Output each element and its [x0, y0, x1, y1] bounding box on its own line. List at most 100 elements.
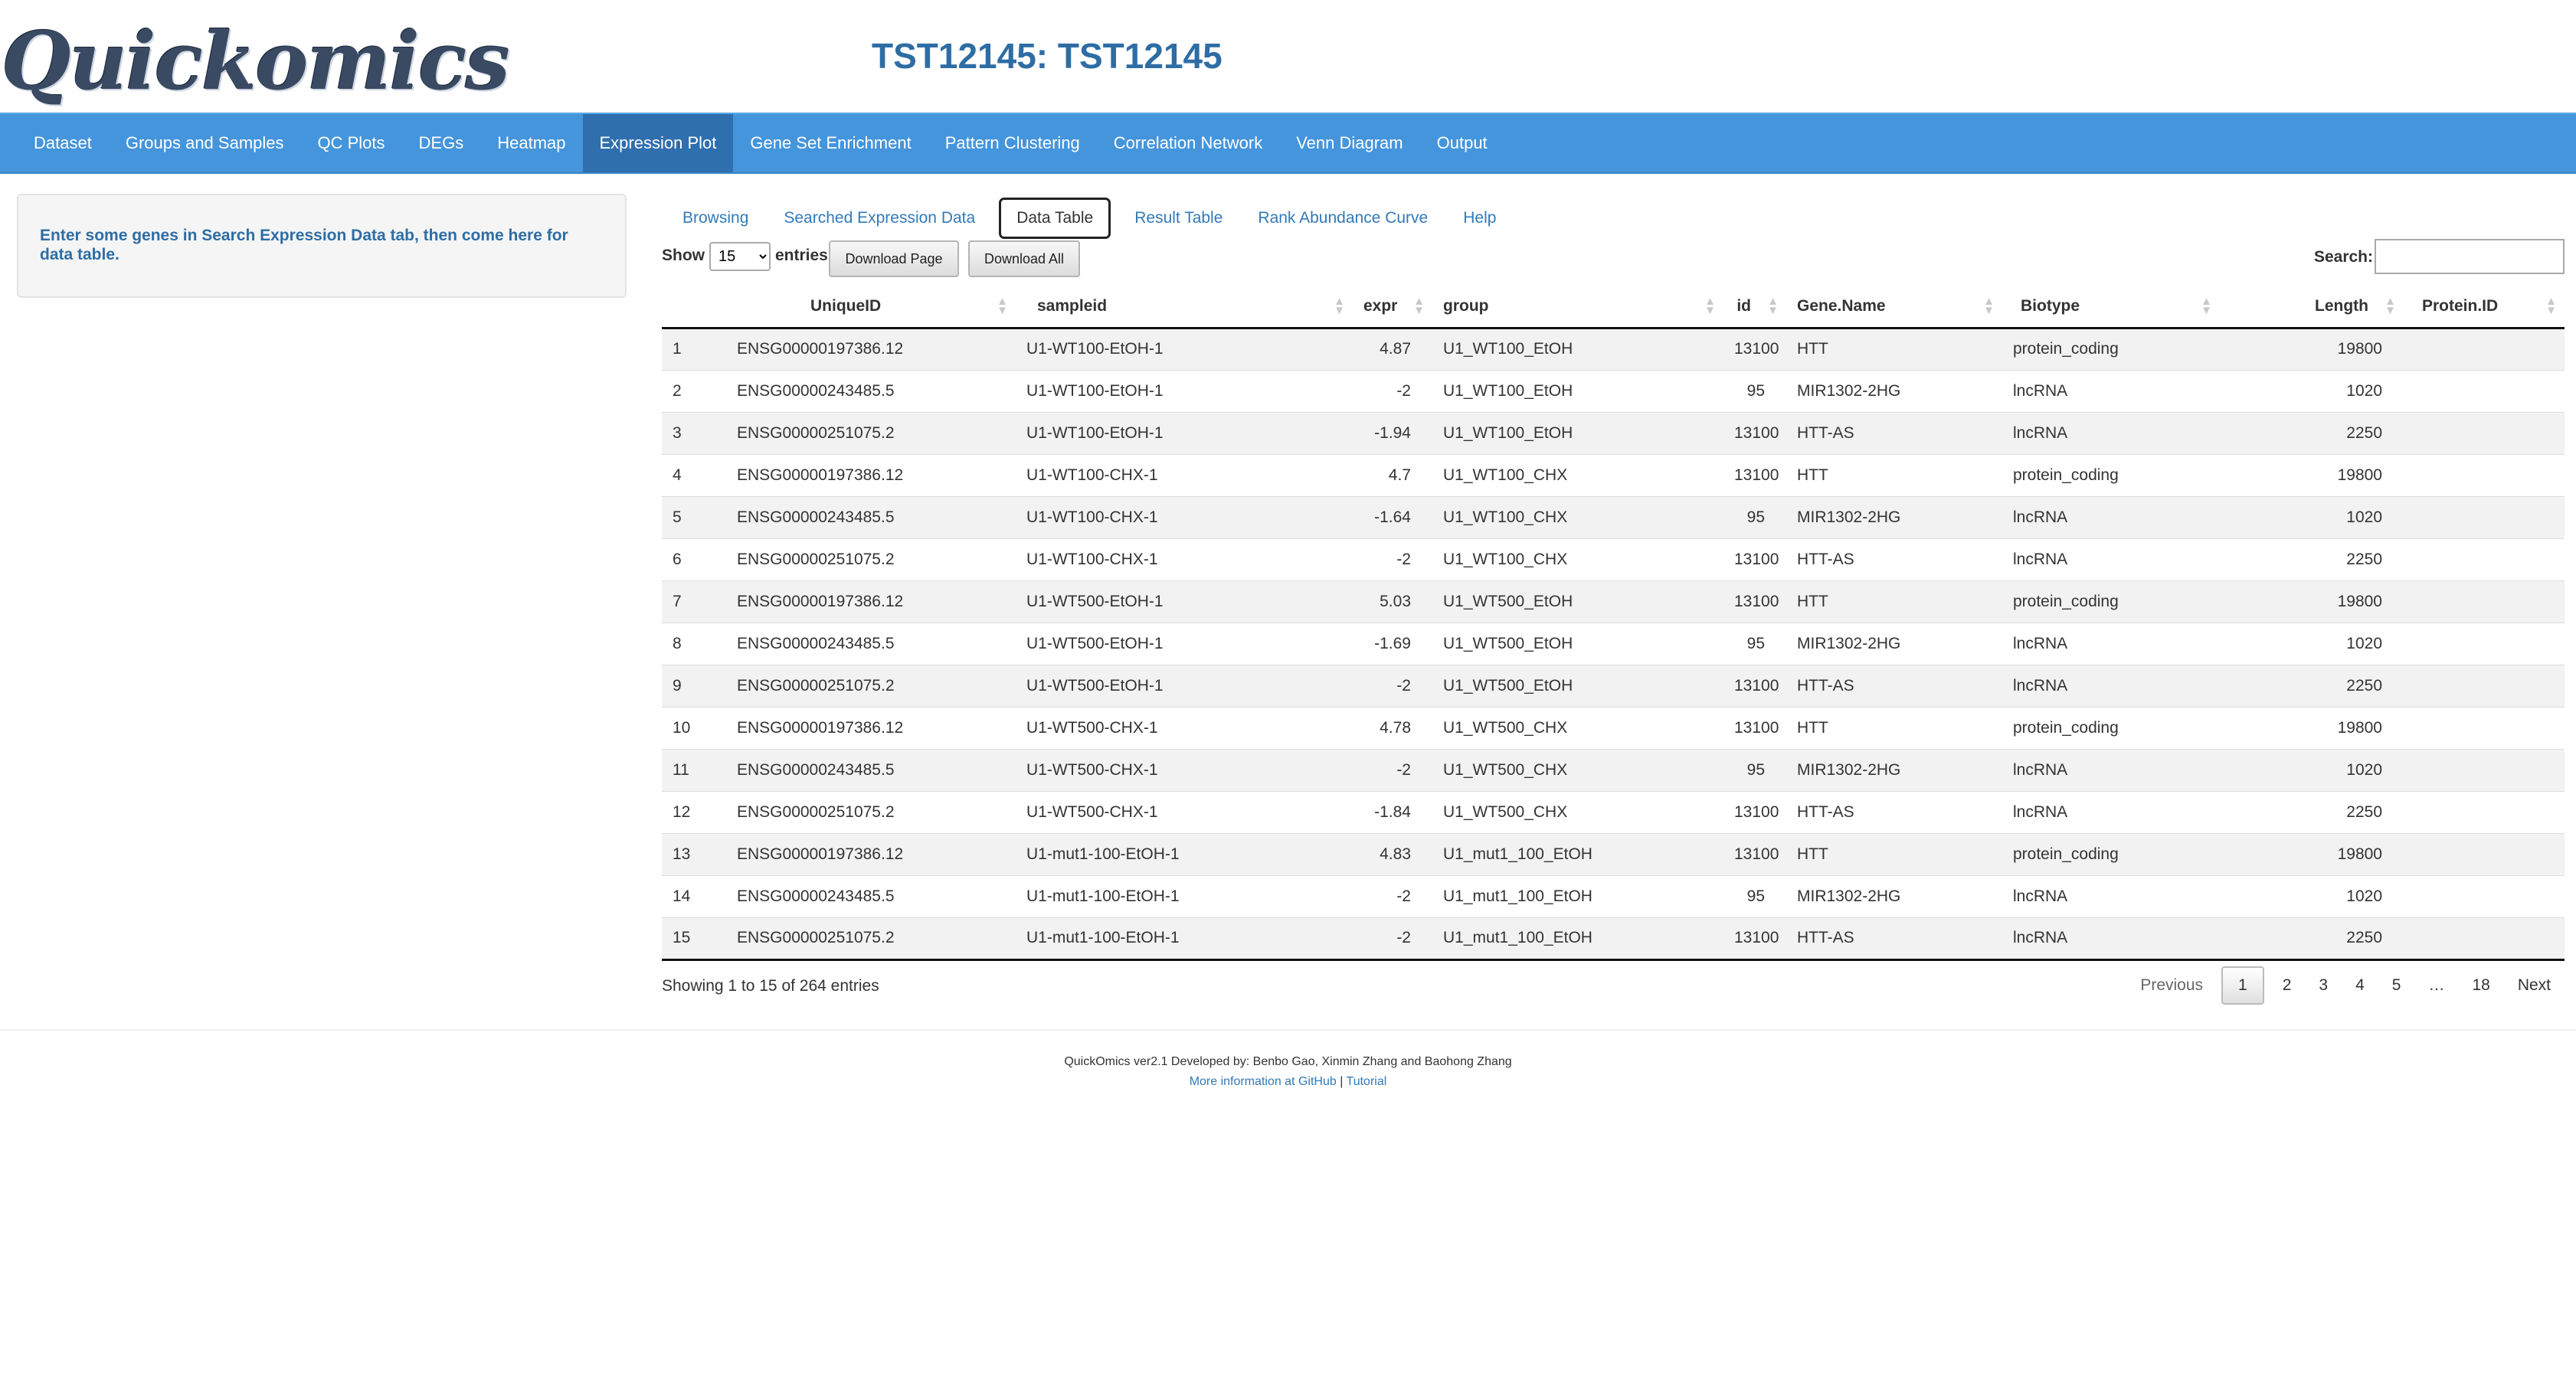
- table-cell: U1_WT500_CHX: [1432, 790, 1723, 833]
- sidebar-message: Enter some genes in Search Expression Da…: [40, 227, 568, 263]
- table-cell: 19800: [2220, 832, 2404, 875]
- table-cell: MIR1302-2HG: [1786, 874, 2002, 917]
- table-cell: U1-WT500-EtOH-1: [1016, 622, 1353, 665]
- table-cell: 2: [662, 369, 726, 412]
- column-header-uniqueid[interactable]: UniqueID ▲ ▼: [726, 286, 1016, 329]
- nav-qc-plots[interactable]: QC Plots: [301, 114, 402, 172]
- pagination-page-5[interactable]: 5: [2378, 966, 2415, 1005]
- column-header-group-label: group: [1443, 297, 1489, 315]
- table-cell: [2404, 917, 2565, 961]
- tab-searched-expression-data[interactable]: Searched Expression Data: [766, 198, 993, 239]
- table-cell: HTT: [1786, 580, 2002, 623]
- table-cell: U1-WT100-CHX-1: [1016, 495, 1353, 538]
- table-cell: [2404, 832, 2565, 875]
- column-header-group[interactable]: group ▲ ▼: [1432, 286, 1723, 329]
- expression-tabs: Browsing Searched Expression Data Data T…: [665, 196, 1514, 240]
- table-cell: U1-WT100-EtOH-1: [1016, 327, 1353, 370]
- nav-correlation-network[interactable]: Correlation Network: [1097, 114, 1279, 172]
- table-cell: ENSG00000251075.2: [726, 917, 1016, 961]
- tab-help[interactable]: Help: [1445, 198, 1514, 239]
- tab-browsing[interactable]: Browsing: [665, 198, 766, 239]
- github-link[interactable]: More information at GitHub: [1190, 1075, 1337, 1088]
- table-cell: U1_WT100_CHX: [1432, 538, 1723, 580]
- table-cell: 13100: [1723, 538, 1786, 580]
- nav-output[interactable]: Output: [1420, 114, 1504, 172]
- table-cell: lncRNA: [2002, 664, 2220, 707]
- table-cell: 7: [662, 580, 726, 623]
- nav-dataset[interactable]: Dataset: [0, 114, 109, 172]
- pagination-page-4[interactable]: 4: [2342, 966, 2378, 1005]
- search-label: Search:: [2313, 248, 2373, 266]
- table-cell: ENSG00000197386.12: [726, 832, 1016, 875]
- table-cell: -1.69: [1353, 622, 1432, 665]
- tutorial-link[interactable]: Tutorial: [1347, 1075, 1387, 1088]
- column-header-expr[interactable]: expr ▲ ▼: [1353, 286, 1432, 329]
- column-header-sampleid-label: sampleid: [1037, 297, 1108, 315]
- column-header-uniqueid-label: UniqueID: [810, 297, 882, 315]
- pagination-page-3[interactable]: 3: [2305, 966, 2342, 1005]
- entries-label: entries: [775, 247, 828, 264]
- sort-icon: ▲ ▼: [997, 295, 1008, 317]
- table-row: 13 ENSG00000197386.12 U1-mut1-100-EtOH-1 4.…: [662, 832, 2565, 875]
- table-cell: 11: [662, 748, 726, 791]
- table-cell: U1_WT500_CHX: [1432, 748, 1723, 791]
- table-cell: ENSG00000197386.12: [726, 706, 1016, 749]
- table-cell: protein_coding: [2002, 706, 2220, 749]
- tab-data-table[interactable]: Data Table: [999, 198, 1111, 239]
- table-cell: lncRNA: [2002, 538, 2220, 580]
- table-cell: 13100: [1723, 411, 1786, 454]
- pagination-page-2[interactable]: 2: [2269, 966, 2306, 1005]
- pagination-next[interactable]: Next: [2504, 966, 2565, 1005]
- nav-gene-set-enrichment[interactable]: Gene Set Enrichment: [733, 114, 928, 172]
- tab-rank-abundance-curve[interactable]: Rank Abundance Curve: [1240, 198, 1445, 239]
- column-header-id[interactable]: id ▲ ▼: [1723, 286, 1786, 329]
- table-cell: HTT: [1786, 453, 2002, 496]
- table-cell: -2: [1353, 748, 1432, 791]
- table-cell: 13100: [1723, 790, 1786, 833]
- table-cell: U1-WT500-CHX-1: [1016, 790, 1353, 833]
- nav-groups-and-samples[interactable]: Groups and Samples: [109, 114, 301, 172]
- table-cell: 1020: [2220, 622, 2404, 665]
- pagination-previous[interactable]: Previous: [2126, 966, 2217, 1005]
- table-cell: -2: [1353, 538, 1432, 580]
- table-cell: [2404, 622, 2565, 665]
- nav-venn-diagram[interactable]: Venn Diagram: [1279, 114, 1419, 172]
- column-header-protein-id-label: Protein.ID: [2422, 297, 2499, 315]
- table-cell: HTT-AS: [1786, 790, 2002, 833]
- column-header-biotype[interactable]: Biotype ▲ ▼: [2002, 286, 2220, 329]
- table-cell: U1-WT100-EtOH-1: [1016, 411, 1353, 454]
- download-page-button[interactable]: Download Page: [829, 240, 959, 277]
- download-all-button[interactable]: Download All: [968, 240, 1080, 277]
- table-cell: -1.64: [1353, 495, 1432, 538]
- column-header-gene-name[interactable]: Gene.Name ▲ ▼: [1786, 286, 2002, 329]
- nav-expression-plot[interactable]: Expression Plot: [582, 114, 734, 172]
- entries-select[interactable]: 15: [709, 242, 771, 271]
- nav-pattern-clustering[interactable]: Pattern Clustering: [928, 114, 1097, 172]
- nav-degs[interactable]: DEGs: [402, 114, 481, 172]
- table-cell: U1_mut1_100_EtOH: [1432, 917, 1723, 961]
- table-row: 8 ENSG00000243485.5 U1-WT500-EtOH-1 -1.69 U1…: [662, 622, 2565, 665]
- column-header-protein-id[interactable]: Protein.ID ▲ ▼: [2404, 286, 2565, 329]
- column-header-biotype-label: Biotype: [2021, 297, 2080, 315]
- table-cell: U1_mut1_100_EtOH: [1432, 874, 1723, 917]
- table-row: 12 ENSG00000251075.2 U1-WT500-CHX-1 -1.84 U1…: [662, 790, 2565, 833]
- column-header-index[interactable]: [662, 286, 726, 329]
- show-label: Show: [662, 247, 705, 264]
- table-controls: Show 15 entries Download Page Download A…: [662, 239, 2565, 282]
- column-header-sampleid[interactable]: sampleid ▲ ▼: [1016, 286, 1353, 329]
- pagination-page-1[interactable]: 1: [2221, 966, 2264, 1005]
- nav-heatmap[interactable]: Heatmap: [480, 114, 582, 172]
- column-header-length[interactable]: Length ▲ ▼: [2220, 286, 2404, 329]
- footer-credits: QuickOmics ver2.1 Developed by: Benbo Ga…: [1064, 1055, 1512, 1068]
- table-cell: 6: [662, 538, 726, 580]
- pagination-page-18[interactable]: 18: [2458, 966, 2503, 1005]
- search-input[interactable]: [2375, 239, 2565, 274]
- tab-result-table[interactable]: Result Table: [1117, 198, 1240, 239]
- table-row: 2 ENSG00000243485.5 U1-WT100-EtOH-1 -2 U1_WT…: [662, 369, 2565, 412]
- table-cell: 1020: [2220, 369, 2404, 412]
- page-title: TST12145: TST12145: [872, 36, 1223, 76]
- table-cell: MIR1302-2HG: [1786, 622, 2002, 665]
- table-cell: 4.78: [1353, 706, 1432, 749]
- table-cell: [2404, 706, 2565, 749]
- table-cell: U1_WT100_CHX: [1432, 495, 1723, 538]
